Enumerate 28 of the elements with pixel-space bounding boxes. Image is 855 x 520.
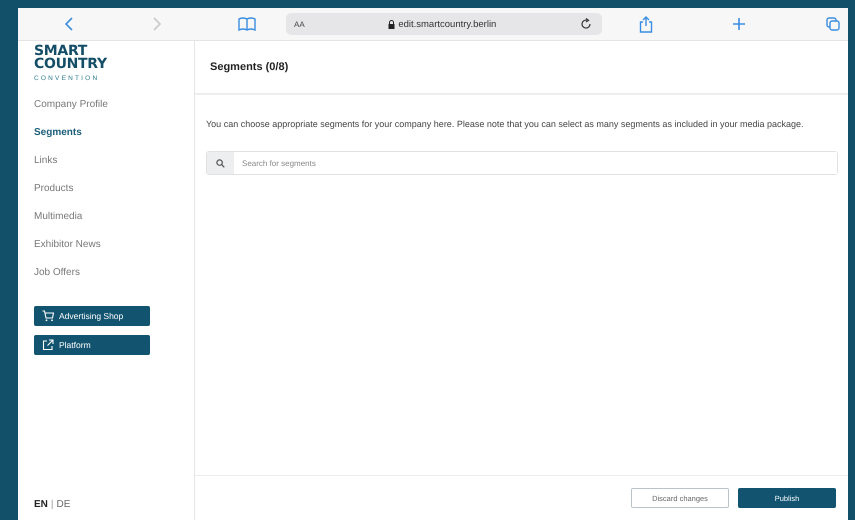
sidebar-item[interactable]: Products	[34, 181, 194, 209]
language-separator: |	[50, 499, 54, 510]
reload-icon[interactable]	[580, 18, 592, 30]
page-title: Segments (0/8)	[210, 61, 288, 73]
sidebar-item[interactable]: Exhibitor News	[34, 237, 194, 265]
sidebar-button[interactable]: Platform	[34, 335, 150, 355]
book-icon[interactable]	[238, 17, 256, 31]
search-field[interactable]: Search for segments	[206, 151, 838, 175]
tabs-icon[interactable]	[826, 17, 840, 31]
search-icon	[216, 158, 225, 168]
sidebar-item[interactable]: Segments	[34, 125, 194, 153]
sidebar-item[interactable]: Multimedia	[34, 209, 194, 237]
cart-icon	[42, 310, 54, 322]
address-bar[interactable]: AA edit.smartcountry.berlin	[286, 13, 602, 35]
language-link[interactable]: DE	[56, 499, 70, 510]
external-link-icon	[42, 339, 54, 351]
url-text: edit.smartcountry.berlin	[398, 18, 496, 30]
sidebar-button[interactable]: Advertising Shop	[34, 306, 150, 326]
share-icon[interactable]	[639, 16, 653, 32]
sidebar-item[interactable]: Links	[34, 153, 194, 181]
sidebar-item[interactable]: Job Offers	[34, 265, 194, 293]
lock-icon	[388, 20, 396, 28]
back-icon[interactable]	[64, 17, 74, 31]
intro-text: You can choose appropriate segments for your company here. Please note that you can select as many segments as included in your media package.	[206, 118, 805, 131]
plus-icon[interactable]	[732, 17, 746, 31]
sidebar-item[interactable]: Company Profile	[34, 97, 194, 125]
language-link[interactable]: EN	[34, 499, 48, 510]
text-size-button[interactable]: AA	[294, 20, 305, 28]
